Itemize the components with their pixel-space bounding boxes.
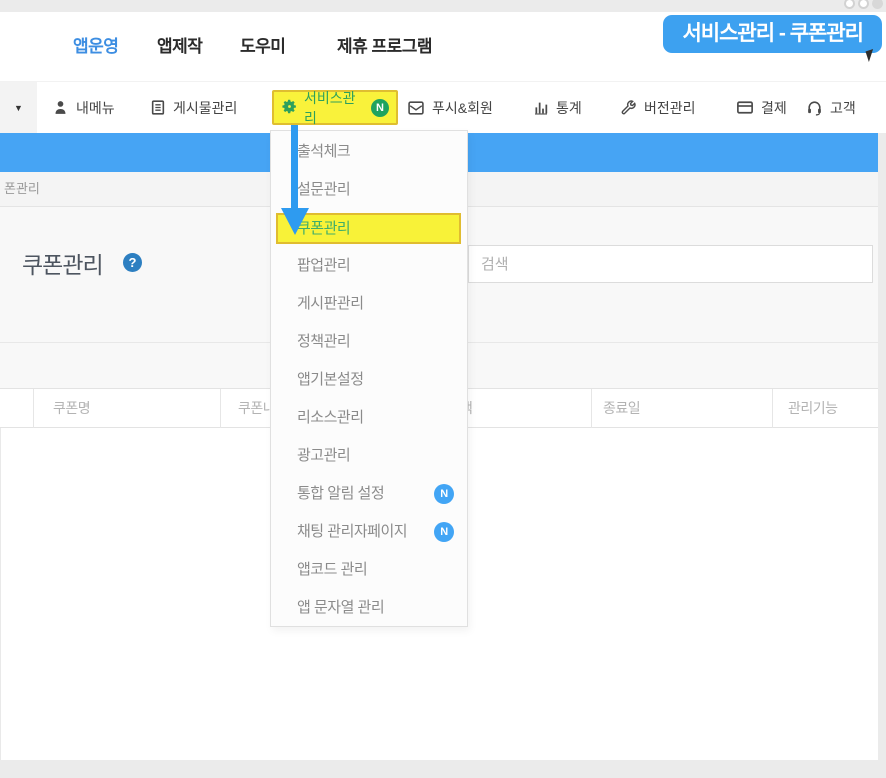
- nav-item-statistics[interactable]: 통계: [533, 82, 582, 133]
- menu-item-label: 통합 알림 설정: [297, 485, 384, 502]
- new-badge: N: [371, 99, 389, 117]
- nav-item-my-menu[interactable]: 내메뉴: [52, 82, 115, 133]
- new-badge: N: [434, 484, 454, 504]
- window-dot-icon[interactable]: [872, 0, 883, 9]
- column-end-date: 종료일: [603, 389, 640, 428]
- nav-item-label: 고객: [830, 98, 856, 118]
- credit-card-icon: [736, 100, 754, 115]
- nav-item-label: 내메뉴: [76, 98, 115, 118]
- window-dot-icon[interactable]: [844, 0, 855, 9]
- menu-item-unified-alert[interactable]: 통합 알림 설정 N: [271, 475, 467, 513]
- menu-item-ads[interactable]: 광고관리: [271, 437, 467, 475]
- nav-item-label: 푸시&회원: [432, 98, 493, 118]
- mail-icon: [407, 100, 425, 116]
- bar-chart-icon: [533, 100, 549, 116]
- nav-item-version-management[interactable]: 버전관리: [620, 82, 696, 133]
- annotation-arrow-stem: [291, 125, 298, 210]
- main-navbar: ▼ 내메뉴 게시물관리 서비스관리 N 푸시&회원 통계 버전관리: [0, 82, 886, 133]
- nav-item-label: 서비스관리: [304, 88, 365, 128]
- service-management-dropdown: 출석체크 설문관리 쿠폰관리 팝업관리 게시판관리 정책관리 앱기본설정 리소스…: [270, 130, 468, 627]
- help-icon[interactable]: ?: [123, 253, 142, 272]
- menu-item-app-code[interactable]: 앱코드 관리: [271, 551, 467, 589]
- column-coupon-name: 쿠폰명: [53, 389, 90, 428]
- nav-item-payment[interactable]: 결제: [736, 82, 787, 133]
- tab-app-operation[interactable]: 앱운영: [73, 12, 118, 82]
- headset-icon: [806, 99, 823, 116]
- menu-item-policy[interactable]: 정책관리: [271, 323, 467, 361]
- nav-item-label: 통계: [556, 98, 582, 118]
- column-divider: [220, 389, 221, 428]
- nav-item-label: 게시물관리: [173, 98, 237, 118]
- gear-icon: [281, 98, 298, 118]
- menu-item-attendance[interactable]: 출석체크: [271, 133, 467, 171]
- column-divider: [33, 389, 34, 428]
- nav-item-label: 버전관리: [644, 98, 696, 118]
- menu-item-app-strings[interactable]: 앱 문자열 관리: [271, 589, 467, 627]
- menu-item-popup[interactable]: 팝업관리: [271, 247, 467, 285]
- annotation-badge: 서비스관리 - 쿠폰관리: [663, 15, 882, 53]
- window-controls: [844, 0, 883, 9]
- menu-item-label: 채팅 관리자페이지: [297, 523, 407, 540]
- breadcrumb-text: 폰관리: [4, 181, 40, 196]
- list-icon: [150, 99, 166, 116]
- menu-item-chat-admin[interactable]: 채팅 관리자페이지 N: [271, 513, 467, 551]
- menu-item-app-basic[interactable]: 앱기본설정: [271, 361, 467, 399]
- admin-console: 앱운영 앱제작 도우미 제휴 프로그램 서비스관리 - 쿠폰관리 ▼ 내메뉴 게…: [0, 0, 886, 778]
- user-icon: [52, 99, 69, 116]
- menu-item-board[interactable]: 게시판관리: [271, 285, 467, 323]
- chevron-down-icon: ▼: [14, 103, 23, 113]
- wrench-icon: [620, 99, 637, 116]
- tab-helper[interactable]: 도우미: [240, 12, 285, 82]
- nav-item-label: 결제: [761, 98, 787, 118]
- nav-item-customer[interactable]: 고객: [806, 82, 856, 133]
- column-divider: [591, 389, 592, 428]
- menu-item-survey[interactable]: 설문관리: [271, 171, 467, 209]
- window-dot-icon[interactable]: [858, 0, 869, 9]
- nav-item-posts[interactable]: 게시물관리: [150, 82, 237, 133]
- tab-affiliate-program[interactable]: 제휴 프로그램: [337, 12, 432, 82]
- column-manage: 관리기능: [788, 389, 838, 428]
- new-badge: N: [434, 522, 454, 542]
- nav-collapse-button[interactable]: ▼: [0, 82, 37, 133]
- column-divider: [772, 389, 773, 428]
- menu-item-resource[interactable]: 리소스관리: [271, 399, 467, 437]
- page-title: 쿠폰관리: [22, 246, 103, 280]
- search-input[interactable]: [468, 245, 873, 283]
- nav-item-service-management[interactable]: 서비스관리 N: [272, 90, 398, 125]
- tab-app-creation[interactable]: 앱제작: [157, 12, 202, 82]
- nav-item-push-members[interactable]: 푸시&회원: [407, 82, 493, 133]
- annotation-arrow-icon: [281, 208, 309, 235]
